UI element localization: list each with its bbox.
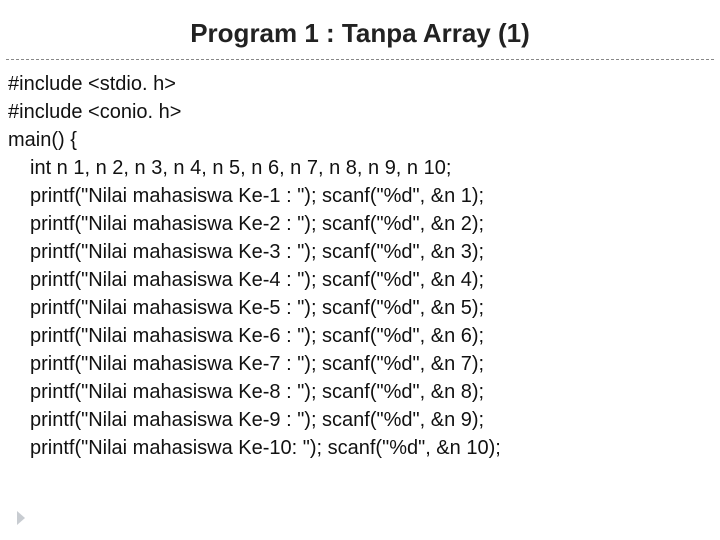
code-line: #include <stdio. h> xyxy=(8,70,712,98)
code-line: #include <conio. h> xyxy=(8,98,712,126)
slide-title: Program 1 : Tanpa Array (1) xyxy=(0,0,720,55)
slide-marker-icon xyxy=(17,511,25,525)
code-line: main() { xyxy=(8,126,712,154)
code-line: printf("Nilai mahasiswa Ke-6 : "); scanf… xyxy=(8,322,712,350)
code-block: #include <stdio. h> #include <conio. h> … xyxy=(0,70,720,462)
code-line: printf("Nilai mahasiswa Ke-2 : "); scanf… xyxy=(8,210,712,238)
code-line: printf("Nilai mahasiswa Ke-5 : "); scanf… xyxy=(8,294,712,322)
code-line: printf("Nilai mahasiswa Ke-1 : "); scanf… xyxy=(8,182,712,210)
title-divider xyxy=(6,59,714,60)
code-line: printf("Nilai mahasiswa Ke-10: "); scanf… xyxy=(8,434,712,462)
code-line: printf("Nilai mahasiswa Ke-3 : "); scanf… xyxy=(8,238,712,266)
code-line: int n 1, n 2, n 3, n 4, n 5, n 6, n 7, n… xyxy=(8,154,712,182)
code-line: printf("Nilai mahasiswa Ke-4 : "); scanf… xyxy=(8,266,712,294)
code-line: printf("Nilai mahasiswa Ke-8 : "); scanf… xyxy=(8,378,712,406)
code-line: printf("Nilai mahasiswa Ke-7 : "); scanf… xyxy=(8,350,712,378)
code-line: printf("Nilai mahasiswa Ke-9 : "); scanf… xyxy=(8,406,712,434)
